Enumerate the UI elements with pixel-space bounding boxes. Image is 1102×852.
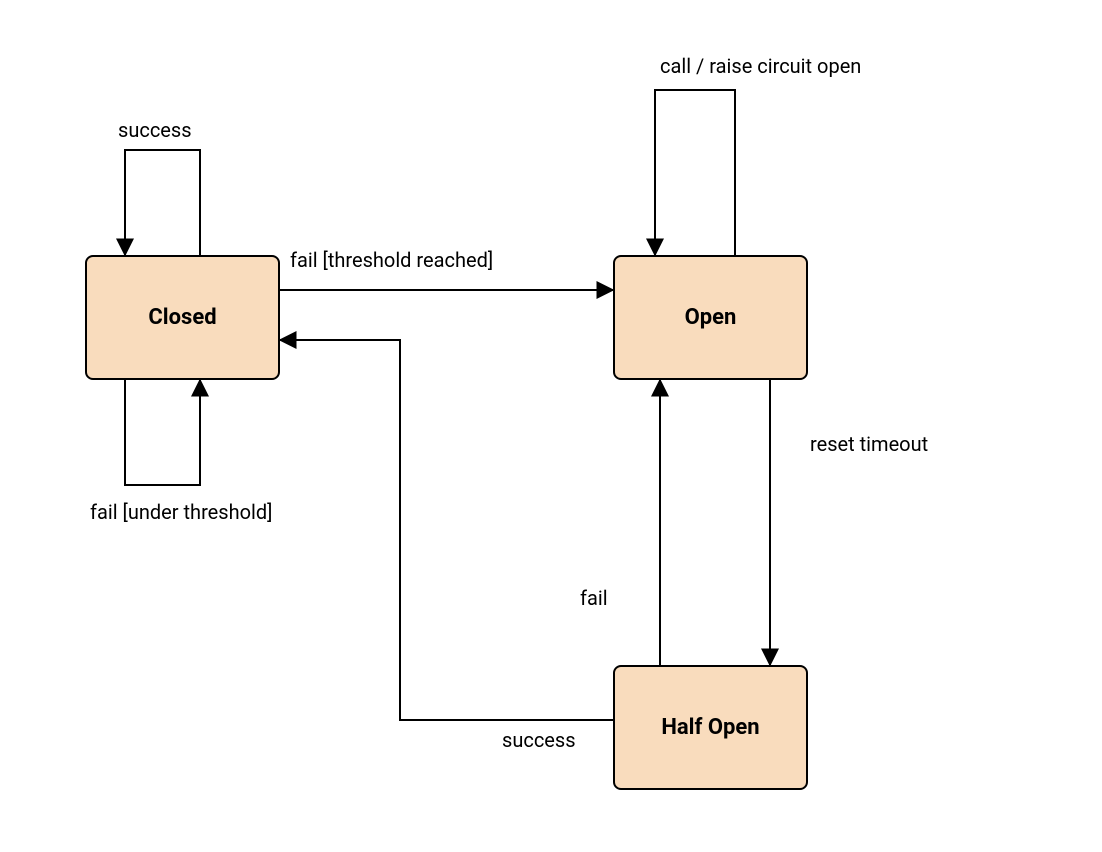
label-reset-timeout: reset timeout xyxy=(810,432,928,456)
label-fail: fail xyxy=(580,586,608,610)
label-fail-under-threshold: fail [under threshold] xyxy=(90,500,272,524)
state-open: Open xyxy=(613,255,808,380)
state-closed-label: Closed xyxy=(148,305,216,330)
label-call-raise-circuit-open: call / raise circuit open xyxy=(660,54,861,78)
state-half-open-label: Half Open xyxy=(661,715,759,740)
edge-closed-self-success xyxy=(125,150,200,255)
edge-halfopen-to-closed xyxy=(280,340,613,720)
edge-closed-self-fail-under xyxy=(125,380,200,485)
label-fail-threshold-reached: fail [threshold reached] xyxy=(290,248,493,272)
state-open-label: Open xyxy=(685,305,737,330)
label-success-to-closed: success xyxy=(502,728,576,752)
label-success-self: success xyxy=(118,118,192,142)
edge-open-self-call xyxy=(655,90,735,255)
state-closed: Closed xyxy=(85,255,280,380)
state-half-open: Half Open xyxy=(613,665,808,790)
